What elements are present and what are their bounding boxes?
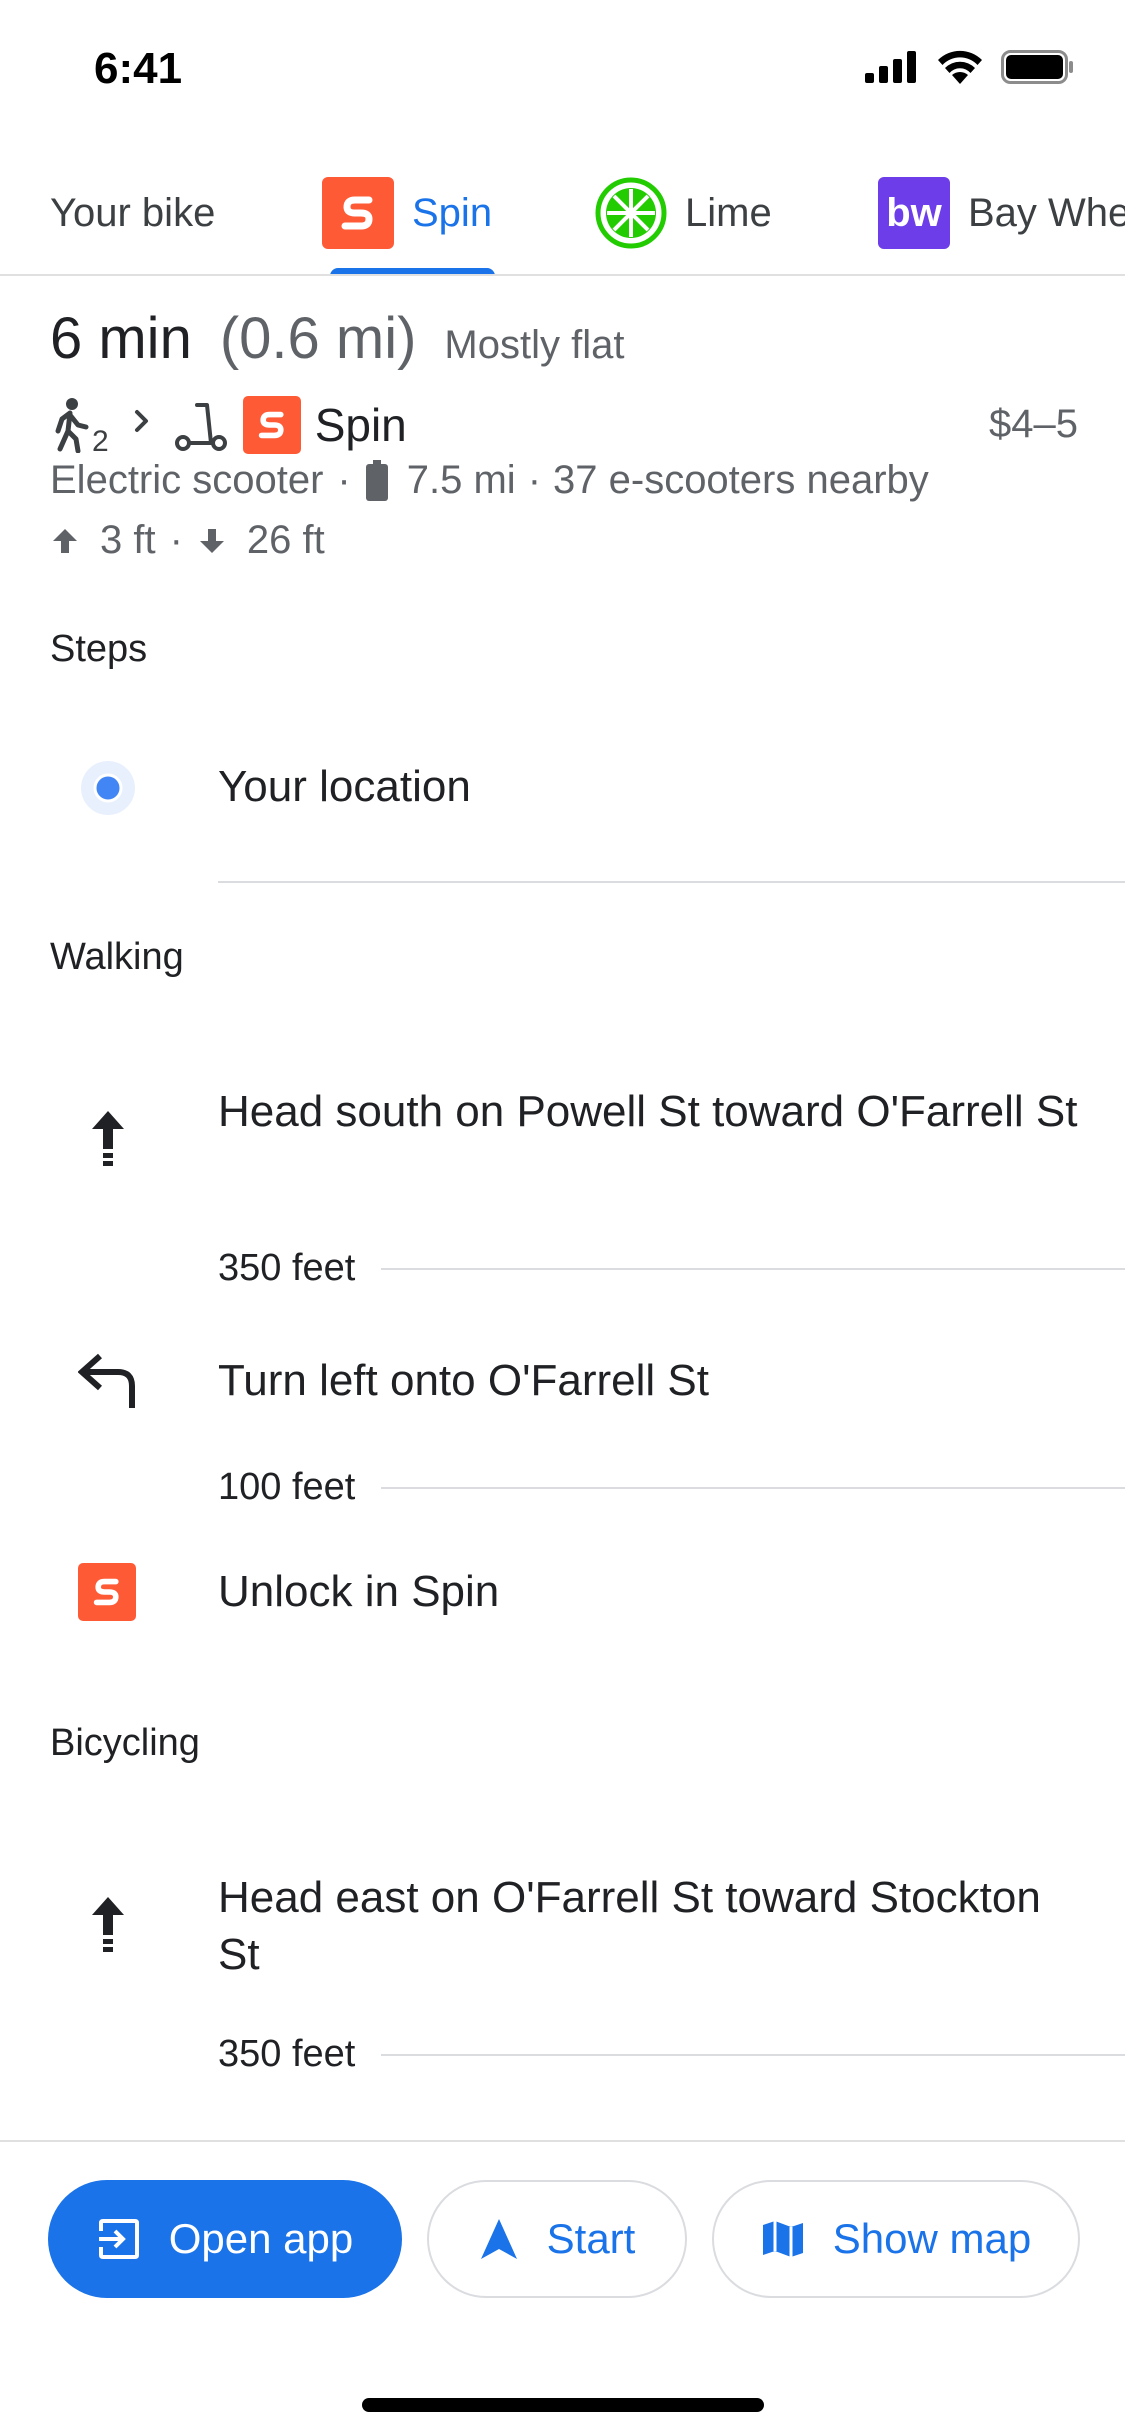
route-distance: (0.6 mi) [219, 306, 417, 371]
origin-text: Your location [218, 762, 471, 811]
steps-title: Steps [50, 628, 148, 670]
price-estimate: $4–5 [989, 402, 1078, 446]
show-map-label: Show map [832, 2215, 1032, 2262]
step-distance: 350 feet [218, 2033, 356, 2075]
open-app-button[interactable]: Open app [48, 2180, 402, 2298]
tab-your-bike[interactable]: Your bike [50, 150, 216, 274]
home-indicator [362, 2398, 764, 2412]
start-button[interactable]: Start [427, 2180, 687, 2298]
cellular-signal-icon [865, 51, 916, 83]
walking-icon [55, 398, 89, 453]
tab-label: Spin [412, 190, 493, 235]
route-duration: 6 min [50, 306, 192, 371]
vehicle-range: 7.5 mi [406, 458, 516, 502]
status-bar: 6:41 [0, 0, 1125, 135]
wifi-icon [938, 50, 982, 84]
descent-value: 26 ft [246, 518, 325, 562]
turn-left-icon [78, 1352, 138, 1410]
tab-label: Bay Whe [968, 190, 1125, 235]
active-tab-indicator [330, 268, 495, 274]
open-in-app-icon [97, 2217, 141, 2261]
tab-label: Lime [685, 190, 772, 235]
tab-bay-wheels[interactable]: bw Bay Whe [878, 150, 1125, 274]
chevron-right-icon [134, 410, 148, 432]
bay-wheels-logo: bw [878, 177, 950, 249]
tab-label: Your bike [50, 190, 216, 235]
directions-page: 6:41 Your bike Spin Lime bw Bay Whe 6 mi… [0, 0, 1125, 2436]
step-instruction: Head east on O'Farrell St toward Stockto… [218, 1873, 1041, 1979]
step-instruction: Turn left onto O'Farrell St [218, 1356, 709, 1405]
tab-spin[interactable]: Spin [322, 150, 493, 274]
status-icons [865, 50, 1075, 84]
battery-level-icon [365, 459, 388, 501]
scooter-icon [174, 403, 227, 451]
nearby-count: 37 e-scooters nearby [553, 458, 929, 502]
step-distance-row: 100 feet [218, 1466, 1125, 1509]
mode-row: 2 Spin $4–5 [50, 392, 1080, 458]
navigation-arrow-icon [479, 2217, 519, 2261]
bicycling-section-title: Bicycling [50, 1722, 200, 1764]
straight-arrow-icon [86, 1895, 130, 1953]
spin-logo [242, 396, 301, 454]
step-instruction: Head south on Powell St toward O'Farrell… [218, 1087, 1078, 1136]
step-distance-row: 350 feet [218, 1247, 1125, 1290]
open-app-label: Open app [168, 2215, 354, 2262]
provider-name: Spin [314, 399, 407, 451]
provider-tabs: Your bike Spin Lime bw Bay Whe [0, 150, 1125, 276]
start-label: Start [546, 2215, 636, 2262]
bottom-action-bar: Open app Start Show map [0, 2140, 1125, 2436]
step-distance: 350 feet [218, 1247, 356, 1289]
route-terrain: Mostly flat [444, 323, 625, 367]
distance-divider [381, 1267, 1125, 1270]
walking-section-title: Walking [50, 936, 184, 978]
vehicle-details: Electric scooter · 7.5 mi · 37 e-scooter… [50, 458, 929, 502]
elevation-details: 3 ft · 26 ft [50, 518, 325, 563]
distance-divider [381, 2053, 1125, 2056]
show-map-button[interactable]: Show map [712, 2180, 1080, 2298]
spin-logo [78, 1563, 136, 1621]
step-distance: 100 feet [218, 1466, 356, 1508]
battery-icon [1001, 50, 1073, 84]
ascent-value: 3 ft [100, 518, 156, 562]
distance-divider [381, 1486, 1125, 1489]
route-summary: 6 min (0.6 mi) Mostly flat [50, 305, 1080, 372]
descent-arrow-icon [199, 528, 224, 553]
ascent-arrow-icon [53, 528, 77, 553]
tab-lime[interactable]: Lime [595, 150, 772, 274]
lime-logo [595, 177, 667, 249]
status-time: 6:41 [94, 44, 183, 93]
divider [218, 881, 1125, 883]
step-distance-row: 350 feet [218, 2033, 1125, 2076]
location-dot-icon [80, 760, 136, 816]
straight-arrow-icon [86, 1109, 130, 1167]
walk-count: 2 [92, 425, 109, 458]
step-instruction: Unlock in Spin [218, 1567, 500, 1616]
vehicle-type: Electric scooter [50, 458, 324, 502]
map-icon [761, 2217, 805, 2261]
spin-logo [322, 177, 394, 249]
